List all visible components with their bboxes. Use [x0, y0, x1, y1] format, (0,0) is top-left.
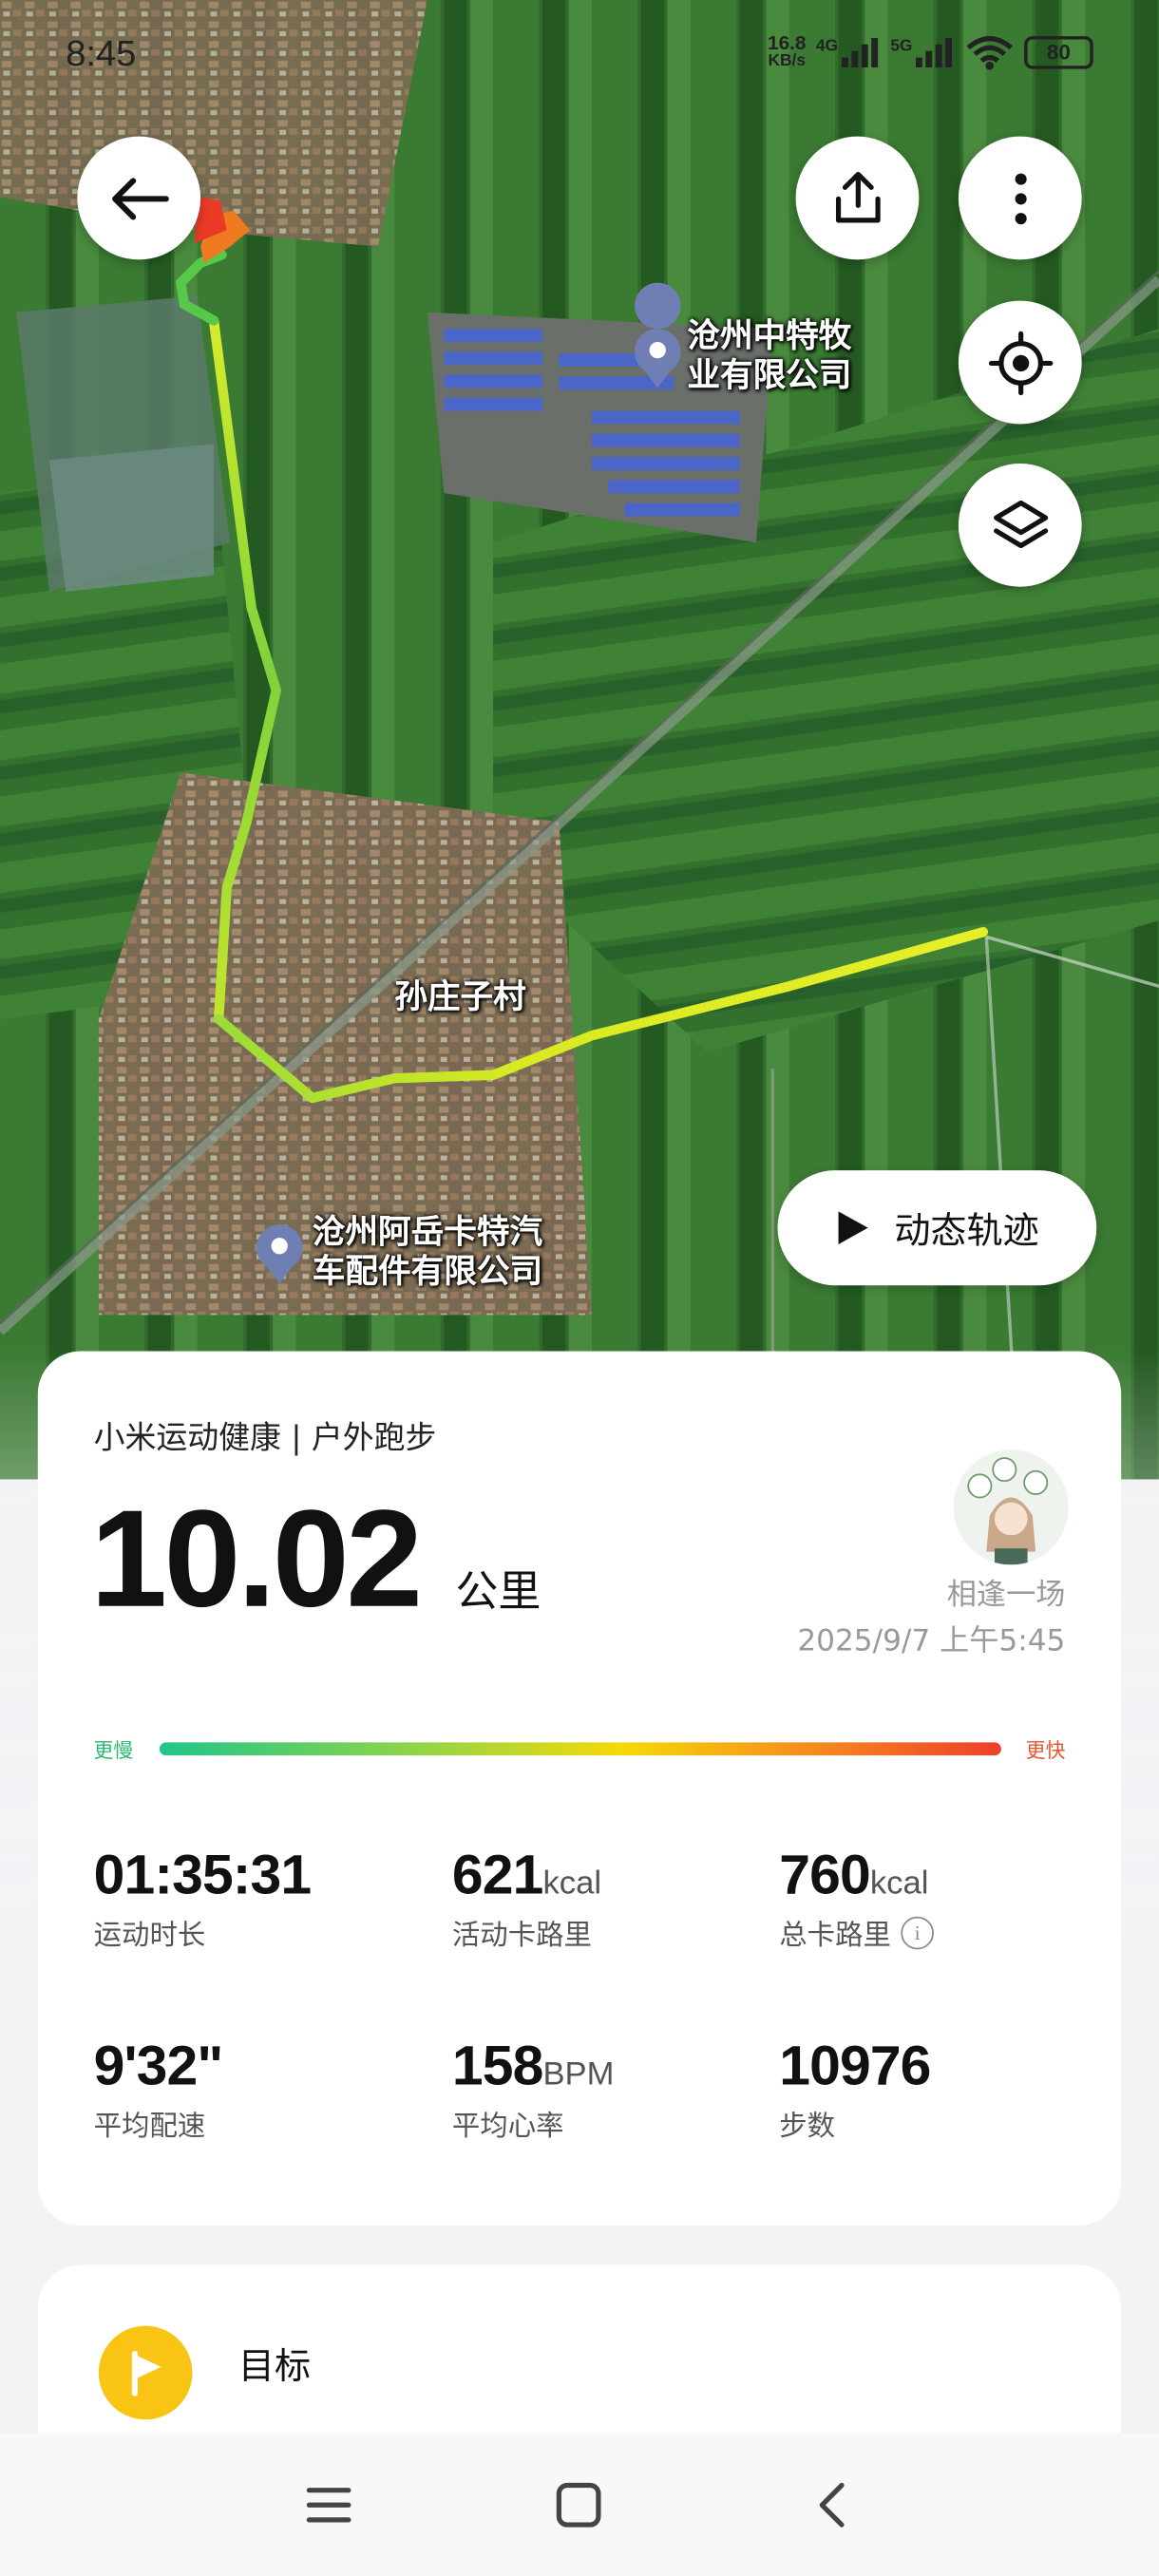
status-icons: 16.8 KB/s 4G 5G 80	[768, 33, 1093, 73]
pace-gradient-bar	[159, 1742, 1001, 1756]
menu-icon	[306, 2488, 352, 2523]
stat-duration: 01:35:31 运动时长	[93, 1844, 312, 1953]
back-button[interactable]	[77, 136, 201, 260]
flag-icon	[98, 2325, 193, 2420]
stat-active-calories: 621kcal 活动卡路里	[451, 1844, 602, 1953]
pace-slow-label: 更慢	[93, 1738, 134, 1763]
summary-card: 小米运动健康 | 户外跑步 10.02 公里 相逢一场 2025/9/7 上午5…	[37, 1351, 1122, 2226]
distance-unit: 公里	[455, 1567, 542, 1618]
distance-value: 10.02	[90, 1481, 423, 1636]
pace-legend: 更慢 更快	[94, 1733, 1066, 1766]
nav-menu-button[interactable]	[295, 2472, 361, 2538]
nav-back-button[interactable]	[799, 2472, 864, 2538]
more-icon	[1014, 172, 1026, 224]
map-label-village: 孙庄子村	[394, 975, 526, 1016]
play-icon	[838, 1211, 868, 1244]
layers-button[interactable]	[958, 464, 1082, 587]
wifi-icon	[966, 36, 1013, 70]
signal-5g-icon: 5G	[890, 37, 955, 67]
signal-4g-icon: 4G	[816, 37, 881, 67]
goal-label: 目标	[238, 2347, 312, 2389]
activity-source: 小米运动健康 | 户外跑步	[93, 1420, 437, 1457]
system-nav-bar	[0, 2433, 1159, 2576]
locate-button[interactable]	[958, 300, 1082, 425]
play-track-button[interactable]: 动态轨迹	[777, 1170, 1097, 1286]
locate-icon	[988, 330, 1053, 395]
chevron-left-icon	[819, 2482, 845, 2528]
stat-total-calories: 760kcal 总卡路里 i	[779, 1845, 934, 1953]
more-button[interactable]	[958, 136, 1082, 260]
back-arrow-icon	[111, 177, 168, 219]
activity-datetime: 2025/9/7 上午5:45	[797, 1623, 1066, 1659]
share-button[interactable]	[795, 136, 920, 260]
layers-icon	[993, 500, 1048, 548]
share-icon	[835, 170, 880, 222]
map-label-company2: 沧州阿岳卡特汽 车配件有限公司	[312, 1211, 543, 1291]
home-square-icon	[556, 2482, 601, 2528]
net-speed: 16.8 KB/s	[768, 30, 807, 71]
pace-fast-label: 更快	[1025, 1738, 1066, 1763]
status-time: 8:45	[66, 32, 137, 74]
stat-avg-pace: 9'32" 平均配速	[93, 2035, 224, 2144]
nav-home-button[interactable]	[546, 2472, 612, 2538]
play-track-label: 动态轨迹	[894, 1211, 1039, 1253]
screen: 沧州中特牧 业有限公司 孙庄子村 沧州阿岳卡特汽 车配件有限公司 8:45 16…	[0, 0, 1159, 2576]
map-label-company1: 沧州中特牧 业有限公司	[687, 315, 852, 395]
stat-steps: 10976 步数	[779, 2035, 931, 2144]
battery-icon: 80	[1024, 36, 1093, 69]
stat-avg-heart-rate: 158BPM 平均心率	[451, 2035, 615, 2144]
user-name: 相逢一场	[946, 1578, 1066, 1613]
avatar[interactable]	[953, 1449, 1069, 1565]
info-icon[interactable]: i	[901, 1915, 934, 1949]
